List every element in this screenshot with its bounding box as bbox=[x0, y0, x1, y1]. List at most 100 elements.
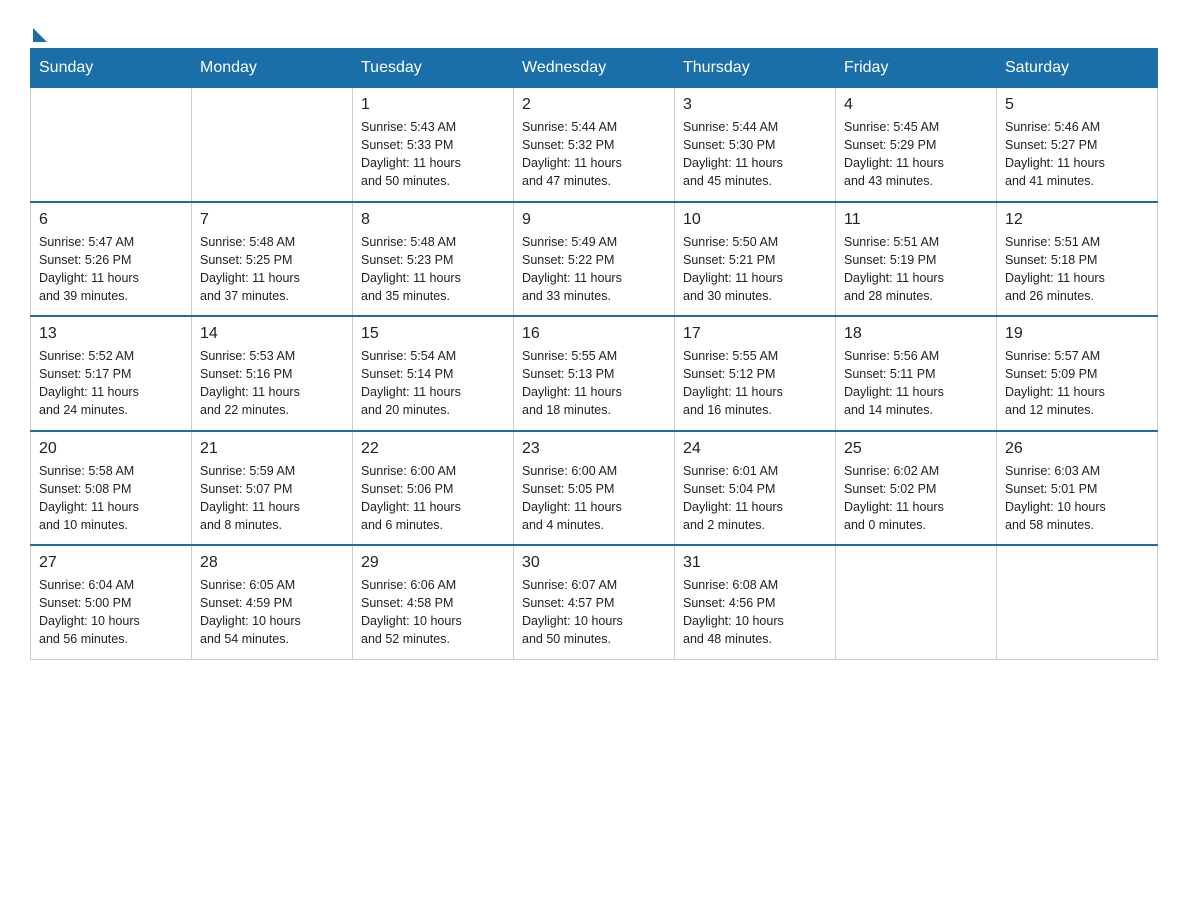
day-info: Sunrise: 5:46 AMSunset: 5:27 PMDaylight:… bbox=[1005, 118, 1149, 191]
calendar-cell: 24Sunrise: 6:01 AMSunset: 5:04 PMDayligh… bbox=[675, 431, 836, 546]
day-number: 11 bbox=[844, 211, 988, 229]
day-number: 16 bbox=[522, 325, 666, 343]
calendar-cell bbox=[192, 88, 353, 202]
calendar-cell: 26Sunrise: 6:03 AMSunset: 5:01 PMDayligh… bbox=[997, 431, 1158, 546]
weekday-header-wednesday: Wednesday bbox=[514, 49, 675, 88]
calendar-week-row: 27 Sunrise: 6:04 AMSunset: 5:00 PMDayligh… bbox=[31, 545, 1158, 659]
day-number: 18 bbox=[844, 325, 988, 343]
weekday-header-friday: Friday bbox=[836, 49, 997, 88]
day-info: Sunrise: 5:58 AMSunset: 5:08 PMDaylight:… bbox=[39, 462, 183, 535]
day-number: 3 bbox=[683, 96, 827, 114]
day-info: Sunrise: 5:51 AMSunset: 5:18 PMDaylight:… bbox=[1005, 233, 1149, 306]
day-info: Sunrise: 5:51 AMSunset: 5:19 PMDaylight:… bbox=[844, 233, 988, 306]
calendar-cell: 20 Sunrise: 5:58 AMSunset: 5:08 PMDayligh… bbox=[31, 431, 192, 546]
day-info: Sunrise: 6:05 AMSunset: 4:59 PMDaylight:… bbox=[200, 576, 344, 649]
calendar-cell: 29 Sunrise: 6:06 AMSunset: 4:58 PMDayligh… bbox=[353, 545, 514, 659]
day-number: 28 bbox=[200, 554, 344, 572]
day-number: 12 bbox=[1005, 211, 1149, 229]
day-number: 25 bbox=[844, 440, 988, 458]
day-number: 5 bbox=[1005, 96, 1149, 114]
day-info: Sunrise: 5:43 AMSunset: 5:33 PMDaylight:… bbox=[361, 118, 505, 191]
day-info: Sunrise: 6:01 AMSunset: 5:04 PMDaylight:… bbox=[683, 462, 827, 535]
day-number: 4 bbox=[844, 96, 988, 114]
day-number: 21 bbox=[200, 440, 344, 458]
logo-arrow-icon bbox=[33, 28, 47, 42]
weekday-header-row: SundayMondayTuesdayWednesdayThursdayFrid… bbox=[31, 49, 1158, 88]
calendar-cell: 27 Sunrise: 6:04 AMSunset: 5:00 PMDayligh… bbox=[31, 545, 192, 659]
day-info: Sunrise: 5:44 AMSunset: 5:32 PMDaylight:… bbox=[522, 118, 666, 191]
day-info: Sunrise: 6:04 AMSunset: 5:00 PMDaylight:… bbox=[39, 576, 183, 649]
calendar-cell: 18Sunrise: 5:56 AMSunset: 5:11 PMDayligh… bbox=[836, 316, 997, 431]
day-info: Sunrise: 5:50 AMSunset: 5:21 PMDaylight:… bbox=[683, 233, 827, 306]
day-info: Sunrise: 6:03 AMSunset: 5:01 PMDaylight:… bbox=[1005, 462, 1149, 535]
day-info: Sunrise: 5:59 AMSunset: 5:07 PMDaylight:… bbox=[200, 462, 344, 535]
day-info: Sunrise: 5:52 AMSunset: 5:17 PMDaylight:… bbox=[39, 347, 183, 420]
day-info: Sunrise: 5:48 AMSunset: 5:25 PMDaylight:… bbox=[200, 233, 344, 306]
day-info: Sunrise: 5:45 AMSunset: 5:29 PMDaylight:… bbox=[844, 118, 988, 191]
day-number: 19 bbox=[1005, 325, 1149, 343]
calendar-cell: 11 Sunrise: 5:51 AMSunset: 5:19 PMDayligh… bbox=[836, 202, 997, 317]
calendar-table: SundayMondayTuesdayWednesdayThursdayFrid… bbox=[30, 48, 1158, 660]
day-info: Sunrise: 6:00 AMSunset: 5:06 PMDaylight:… bbox=[361, 462, 505, 535]
calendar-cell: 2 Sunrise: 5:44 AMSunset: 5:32 PMDaylight… bbox=[514, 88, 675, 202]
calendar-cell: 5 Sunrise: 5:46 AMSunset: 5:27 PMDaylight… bbox=[997, 88, 1158, 202]
day-number: 15 bbox=[361, 325, 505, 343]
day-number: 27 bbox=[39, 554, 183, 572]
calendar-cell: 9 Sunrise: 5:49 AMSunset: 5:22 PMDaylight… bbox=[514, 202, 675, 317]
calendar-cell: 1Sunrise: 5:43 AMSunset: 5:33 PMDaylight… bbox=[353, 88, 514, 202]
calendar-cell: 16 Sunrise: 5:55 AMSunset: 5:13 PMDayligh… bbox=[514, 316, 675, 431]
day-number: 20 bbox=[39, 440, 183, 458]
day-info: Sunrise: 6:08 AMSunset: 4:56 PMDaylight:… bbox=[683, 576, 827, 649]
calendar-cell: 6 Sunrise: 5:47 AMSunset: 5:26 PMDaylight… bbox=[31, 202, 192, 317]
calendar-cell: 12 Sunrise: 5:51 AMSunset: 5:18 PMDayligh… bbox=[997, 202, 1158, 317]
calendar-cell: 4 Sunrise: 5:45 AMSunset: 5:29 PMDaylight… bbox=[836, 88, 997, 202]
weekday-header-saturday: Saturday bbox=[997, 49, 1158, 88]
day-info: Sunrise: 5:44 AMSunset: 5:30 PMDaylight:… bbox=[683, 118, 827, 191]
page-header bbox=[30, 20, 1158, 38]
calendar-week-row: 13 Sunrise: 5:52 AMSunset: 5:17 PMDayligh… bbox=[31, 316, 1158, 431]
day-number: 7 bbox=[200, 211, 344, 229]
day-number: 22 bbox=[361, 440, 505, 458]
day-info: Sunrise: 6:02 AMSunset: 5:02 PMDaylight:… bbox=[844, 462, 988, 535]
calendar-cell: 17Sunrise: 5:55 AMSunset: 5:12 PMDayligh… bbox=[675, 316, 836, 431]
calendar-cell: 31 Sunrise: 6:08 AMSunset: 4:56 PMDayligh… bbox=[675, 545, 836, 659]
weekday-header-monday: Monday bbox=[192, 49, 353, 88]
day-number: 23 bbox=[522, 440, 666, 458]
calendar-cell: 30Sunrise: 6:07 AMSunset: 4:57 PMDayligh… bbox=[514, 545, 675, 659]
calendar-cell: 19 Sunrise: 5:57 AMSunset: 5:09 PMDayligh… bbox=[997, 316, 1158, 431]
day-info: Sunrise: 5:53 AMSunset: 5:16 PMDaylight:… bbox=[200, 347, 344, 420]
calendar-cell bbox=[836, 545, 997, 659]
day-number: 13 bbox=[39, 325, 183, 343]
day-info: Sunrise: 5:55 AMSunset: 5:13 PMDaylight:… bbox=[522, 347, 666, 420]
calendar-cell: 15 Sunrise: 5:54 AMSunset: 5:14 PMDayligh… bbox=[353, 316, 514, 431]
day-info: Sunrise: 5:49 AMSunset: 5:22 PMDaylight:… bbox=[522, 233, 666, 306]
day-number: 29 bbox=[361, 554, 505, 572]
calendar-cell: 7 Sunrise: 5:48 AMSunset: 5:25 PMDaylight… bbox=[192, 202, 353, 317]
calendar-cell bbox=[997, 545, 1158, 659]
day-number: 6 bbox=[39, 211, 183, 229]
calendar-cell: 3 Sunrise: 5:44 AMSunset: 5:30 PMDaylight… bbox=[675, 88, 836, 202]
day-number: 8 bbox=[361, 211, 505, 229]
calendar-week-row: 1Sunrise: 5:43 AMSunset: 5:33 PMDaylight… bbox=[31, 88, 1158, 202]
day-number: 14 bbox=[200, 325, 344, 343]
day-number: 10 bbox=[683, 211, 827, 229]
calendar-cell: 21 Sunrise: 5:59 AMSunset: 5:07 PMDayligh… bbox=[192, 431, 353, 546]
calendar-cell: 25 Sunrise: 6:02 AMSunset: 5:02 PMDayligh… bbox=[836, 431, 997, 546]
day-number: 2 bbox=[522, 96, 666, 114]
day-info: Sunrise: 6:00 AMSunset: 5:05 PMDaylight:… bbox=[522, 462, 666, 535]
calendar-cell: 23 Sunrise: 6:00 AMSunset: 5:05 PMDayligh… bbox=[514, 431, 675, 546]
logo bbox=[30, 20, 47, 38]
calendar-cell: 22 Sunrise: 6:00 AMSunset: 5:06 PMDayligh… bbox=[353, 431, 514, 546]
calendar-week-row: 20 Sunrise: 5:58 AMSunset: 5:08 PMDayligh… bbox=[31, 431, 1158, 546]
day-info: Sunrise: 5:48 AMSunset: 5:23 PMDaylight:… bbox=[361, 233, 505, 306]
weekday-header-tuesday: Tuesday bbox=[353, 49, 514, 88]
calendar-cell: 28 Sunrise: 6:05 AMSunset: 4:59 PMDayligh… bbox=[192, 545, 353, 659]
day-info: Sunrise: 5:57 AMSunset: 5:09 PMDaylight:… bbox=[1005, 347, 1149, 420]
day-info: Sunrise: 5:47 AMSunset: 5:26 PMDaylight:… bbox=[39, 233, 183, 306]
day-number: 9 bbox=[522, 211, 666, 229]
calendar-cell: 10 Sunrise: 5:50 AMSunset: 5:21 PMDayligh… bbox=[675, 202, 836, 317]
calendar-week-row: 6 Sunrise: 5:47 AMSunset: 5:26 PMDaylight… bbox=[31, 202, 1158, 317]
day-info: Sunrise: 6:06 AMSunset: 4:58 PMDaylight:… bbox=[361, 576, 505, 649]
day-info: Sunrise: 5:54 AMSunset: 5:14 PMDaylight:… bbox=[361, 347, 505, 420]
day-number: 31 bbox=[683, 554, 827, 572]
